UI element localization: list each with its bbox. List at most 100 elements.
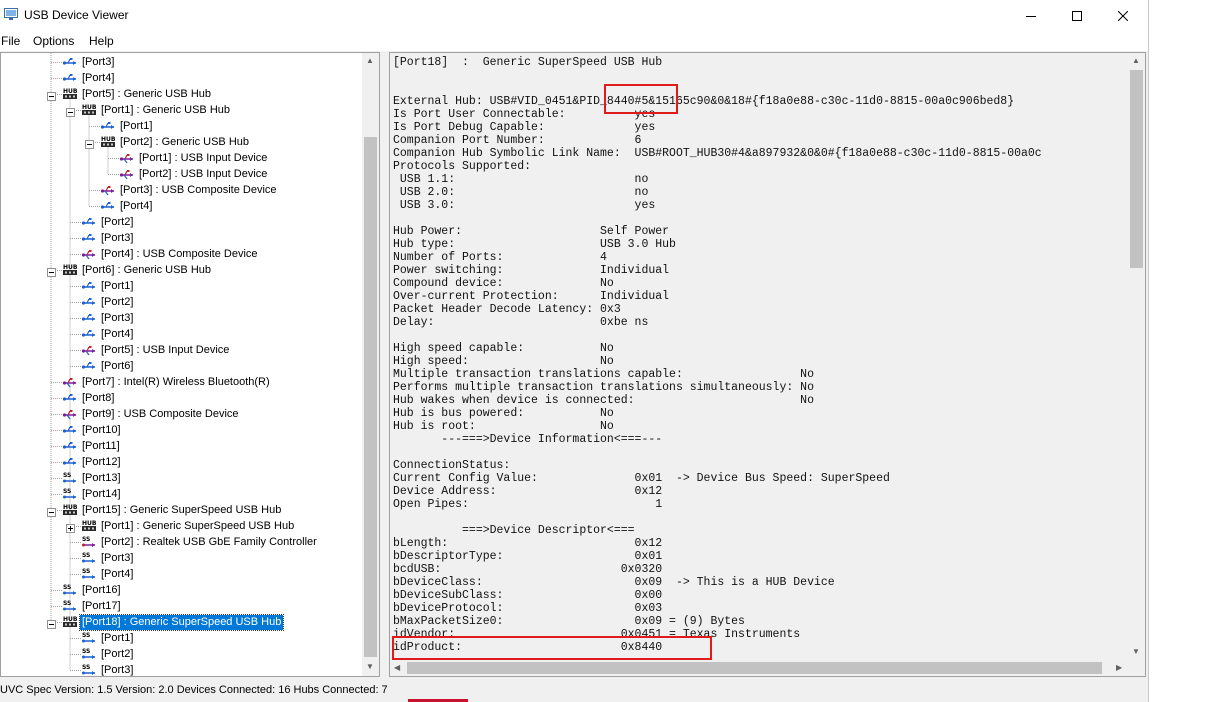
collapse-toggle-icon[interactable]	[85, 138, 94, 149]
tree-item-label[interactable]: [Port2] : Generic USB Hub	[118, 135, 251, 150]
tree-item-label[interactable]: [Port2]	[99, 647, 135, 662]
tree-item-label[interactable]: [Port4]	[99, 567, 135, 582]
tree-item[interactable]: [Port4]	[62, 70, 116, 86]
tree-item-label[interactable]: [Port2]	[99, 295, 135, 310]
tree-item-label[interactable]: [Port3]	[99, 551, 135, 566]
tree-item-label[interactable]: [Port12]	[80, 455, 123, 470]
tree-item[interactable]: [Port3]	[81, 310, 135, 326]
menu-help[interactable]: Help	[89, 34, 114, 48]
tree-item-label[interactable]: [Port4]	[99, 327, 135, 342]
tree-item-label[interactable]: [Port14]	[80, 487, 123, 502]
tree-item[interactable]: [Port3]	[62, 54, 116, 70]
tree-item-label[interactable]: [Port4]	[118, 199, 154, 214]
collapse-toggle-icon[interactable]	[47, 266, 56, 277]
tree-item[interactable]: [Port2] : USB Input Device	[119, 166, 269, 182]
tree-item[interactable]: SS [Port14]	[62, 486, 123, 502]
menu-options[interactable]: Options	[33, 34, 74, 48]
tree-item-label[interactable]: [Port1] : Generic USB Hub	[99, 103, 232, 118]
scroll-right-icon[interactable]: ▶	[1116, 663, 1122, 672]
tree-item[interactable]: [Port6]	[81, 358, 135, 374]
tree-item[interactable]: SS [Port3]	[81, 550, 135, 566]
tree-item-label[interactable]: [Port1]	[118, 119, 154, 134]
scroll-left-icon[interactable]: ◀	[394, 663, 400, 672]
tree-item-label[interactable]: [Port18] : Generic SuperSpeed USB Hub	[78, 613, 285, 631]
tree-item[interactable]: [Port10]	[62, 422, 123, 438]
tree-item[interactable]: [Port3] : USB Composite Device	[100, 182, 279, 198]
tree-item-label[interactable]: [Port16]	[80, 583, 123, 598]
maximize-button[interactable]	[1054, 0, 1100, 31]
tree-item-label[interactable]: [Port4]	[80, 71, 116, 86]
tree-item[interactable]: SS [Port2]	[81, 646, 135, 662]
tree-item-label[interactable]: [Port6]	[99, 359, 135, 374]
tree-item[interactable]: HUB [Port5] : Generic USB Hub	[62, 86, 213, 102]
tree-item[interactable]: [Port1] : USB Input Device	[119, 150, 269, 166]
tree-item-label[interactable]: [Port2] : USB Input Device	[137, 167, 269, 182]
tree-item[interactable]: SS [Port16]	[62, 582, 123, 598]
tree-item-label[interactable]: [Port3]	[99, 231, 135, 246]
close-button[interactable]	[1100, 0, 1146, 31]
tree-item[interactable]: [Port5] : USB Input Device	[81, 342, 231, 358]
tree-item[interactable]: [Port11]	[62, 438, 122, 454]
tree-item[interactable]: [Port2]	[81, 294, 135, 310]
tree-item-label[interactable]: [Port2] : Realtek USB GbE Family Control…	[99, 535, 319, 550]
collapse-toggle-icon[interactable]	[66, 106, 75, 117]
scroll-up-icon[interactable]: ▲	[366, 56, 374, 65]
tree-item-label[interactable]: [Port3] : USB Composite Device	[118, 183, 279, 198]
tree-item-label[interactable]: [Port9] : USB Composite Device	[80, 407, 241, 422]
tree-item[interactable]: SS [Port1]	[81, 630, 135, 646]
tree-item-label[interactable]: [Port3]	[80, 55, 116, 70]
tree-item[interactable]: SS [Port4]	[81, 566, 135, 582]
collapse-toggle-icon[interactable]	[47, 506, 56, 517]
tree-scroll-thumb[interactable]	[364, 137, 377, 657]
tree-item-label[interactable]: [Port7] : Intel(R) Wireless Bluetooth(R)	[80, 375, 272, 390]
details-horizontal-scrollbar[interactable]: ◀ ▶	[390, 660, 1128, 676]
title-bar[interactable]: USB Device Viewer	[0, 0, 1148, 31]
tree-item-label[interactable]: [Port2]	[99, 215, 135, 230]
tree-item-label[interactable]: [Port5] : USB Input Device	[99, 343, 231, 358]
tree-item[interactable]: HUB [Port6] : Generic USB Hub	[62, 262, 213, 278]
tree-item[interactable]: [Port1]	[100, 118, 154, 134]
collapse-toggle-icon[interactable]	[47, 618, 56, 629]
tree-item[interactable]: [Port3]	[81, 230, 135, 246]
device-details-pane[interactable]: [Port18] : Generic SuperSpeed USB Hub Ext…	[389, 52, 1146, 677]
tree-item-label[interactable]: [Port6] : Generic USB Hub	[80, 263, 213, 278]
tree-item[interactable]: [Port8]	[62, 390, 116, 406]
tree-item-label[interactable]: [Port17]	[80, 599, 123, 614]
scroll-down-icon[interactable]: ▼	[1132, 647, 1140, 656]
device-tree[interactable]: [Port3] [Port4] HUB [Port5] : Generic USB H…	[0, 52, 380, 677]
tree-item[interactable]: [Port12]	[62, 454, 123, 470]
tree-item[interactable]: [Port2]	[81, 214, 135, 230]
scroll-up-icon[interactable]: ▲	[1132, 56, 1140, 65]
tree-item[interactable]: [Port4]	[81, 326, 135, 342]
tree-item-label[interactable]: [Port13]	[80, 471, 123, 486]
tree-item[interactable]: [Port1]	[81, 278, 135, 294]
tree-item-label[interactable]: [Port3]	[99, 311, 135, 326]
tree-item[interactable]: HUB [Port1] : Generic USB Hub	[81, 102, 232, 118]
tree-item[interactable]: [Port7] : Intel(R) Wireless Bluetooth(R)	[62, 374, 272, 390]
details-hscroll-thumb[interactable]	[407, 662, 1102, 674]
details-vertical-scrollbar[interactable]: ▲ ▼	[1128, 53, 1145, 660]
tree-item[interactable]: [Port9] : USB Composite Device	[62, 406, 241, 422]
tree-item[interactable]: SS [Port13]	[62, 470, 123, 486]
tree-item-label[interactable]: [Port1]	[99, 631, 135, 646]
tree-item[interactable]: SS [Port2] : Realtek USB GbE Family Contr…	[81, 534, 319, 550]
tree-item[interactable]: SS [Port3]	[81, 662, 135, 677]
minimize-button[interactable]	[1008, 0, 1054, 31]
tree-item[interactable]: HUB [Port2] : Generic USB Hub	[100, 134, 251, 150]
tree-item-label[interactable]: [Port15] : Generic SuperSpeed USB Hub	[80, 503, 283, 518]
tree-item-label[interactable]: [Port1] : Generic SuperSpeed USB Hub	[99, 519, 296, 534]
tree-item-label[interactable]: [Port11]	[80, 439, 122, 454]
menu-file[interactable]: File	[1, 34, 20, 48]
tree-item-label[interactable]: [Port3]	[99, 663, 135, 677]
tree-item[interactable]: [Port4]	[100, 198, 154, 214]
tree-item[interactable]: HUB [Port18] : Generic SuperSpeed USB Hub	[62, 613, 285, 631]
details-scroll-thumb[interactable]	[1130, 70, 1143, 268]
tree-item[interactable]: HUB [Port15] : Generic SuperSpeed USB Hub	[62, 502, 283, 518]
tree-item[interactable]: [Port4] : USB Composite Device	[81, 246, 260, 262]
tree-item-label[interactable]: [Port5] : Generic USB Hub	[80, 87, 213, 102]
collapse-toggle-icon[interactable]	[47, 90, 56, 101]
scroll-down-icon[interactable]: ▼	[366, 662, 374, 671]
tree-item[interactable]: HUB [Port1] : Generic SuperSpeed USB Hub	[81, 518, 296, 534]
tree-item-label[interactable]: [Port1] : USB Input Device	[137, 151, 269, 166]
tree-item-label[interactable]: [Port1]	[99, 279, 135, 294]
